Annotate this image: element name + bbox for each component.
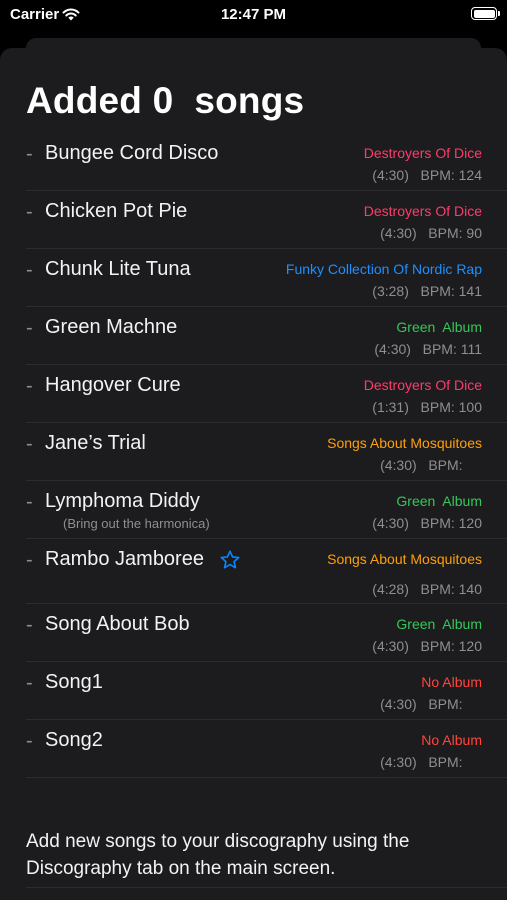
song-row[interactable]: - Hangover Cure Destroyers Of Dice (1:31) B… (26, 365, 507, 423)
song-title: Chunk Lite Tuna (45, 258, 191, 280)
song-row[interactable]: - Chicken Pot Pie Destroyers Of Dice (4:30)… (26, 191, 507, 249)
song-title: Song2 (45, 729, 103, 751)
song-row[interactable]: - Jane’s Trial Songs About Mosquitoes (4:30… (26, 423, 507, 481)
song-list[interactable]: - Bungee Cord Disco Destroyers Of Dice (4:3… (0, 133, 507, 778)
song-row[interactable]: - Lymphoma Diddy (Bring out the harmonica)… (26, 481, 507, 539)
song-title: Chicken Pot Pie (45, 200, 188, 222)
song-meta: (4:30) BPM: (380, 696, 482, 712)
song-title: Green Machne (45, 316, 178, 338)
song-meta: (3:28) BPM: 141 (372, 283, 482, 299)
row-dash: - (26, 433, 33, 455)
album-label: Green Album (396, 493, 482, 509)
song-row[interactable]: - Song1 No Album (4:30) BPM: (26, 662, 507, 720)
song-title: Song1 (45, 671, 103, 693)
album-label: Green Album (396, 319, 482, 335)
album-label: Funky Collection Of Nordic Rap (285, 261, 482, 277)
song-meta: (4:30) BPM: 111 (374, 341, 482, 357)
row-dash: - (26, 672, 33, 694)
row-dash: - (26, 317, 33, 339)
song-title: Song About Bob (45, 613, 190, 635)
status-time: 12:47 PM (220, 6, 287, 23)
song-row[interactable]: - Chunk Lite Tuna Funky Collection Of Nord… (26, 249, 507, 307)
row-dash: - (26, 143, 33, 165)
song-meta: (4:30) BPM: (380, 457, 482, 473)
footer-note: Add new songs to your discography using … (26, 831, 410, 879)
song-title: Rambo Jamboree (45, 548, 204, 570)
row-dash: - (26, 491, 33, 513)
song-subtitle: (Bring out the harmonica) (63, 516, 210, 531)
song-meta: (4:30) BPM: 124 (372, 167, 482, 183)
song-meta: (4:30) BPM: 120 (372, 638, 482, 654)
song-row[interactable]: - Song About Bob Green Album (4:30) BPM: 12… (26, 604, 507, 662)
song-title: Bungee Cord Disco (45, 142, 219, 164)
song-meta: (1:31) BPM: 100 (372, 399, 482, 415)
row-dash: - (26, 201, 33, 223)
album-label: Green Album (396, 616, 482, 632)
album-label: No Album (421, 674, 482, 690)
song-row[interactable]: - Rambo Jamboree Songs About Mosquitoes (4:… (26, 539, 507, 604)
album-label: Songs About Mosquitoes (327, 551, 482, 567)
song-row[interactable]: - Green Machne Green Album (4:30) BPM: 111 (26, 307, 507, 365)
album-label: Destroyers Of Dice (363, 377, 482, 393)
album-label: Destroyers Of Dice (363, 145, 482, 161)
page-title: Added 0 songs (26, 80, 305, 121)
row-dash: - (26, 730, 33, 752)
status-bar: Carrier 12:47 PM (0, 0, 507, 30)
song-meta: (4:30) BPM: 90 (380, 225, 482, 241)
row-dash: - (26, 375, 33, 397)
row-dash: - (26, 549, 33, 571)
song-title: Hangover Cure (45, 374, 181, 396)
album-label: No Album (421, 732, 482, 748)
song-title: Lymphoma Diddy (45, 490, 200, 512)
row-dash: - (26, 259, 33, 281)
song-meta: (4:30) BPM: 120 (372, 515, 482, 531)
album-label: Songs About Mosquitoes (327, 435, 482, 451)
song-row[interactable]: - Bungee Cord Disco Destroyers Of Dice (4:3… (26, 133, 507, 191)
row-dash: - (26, 614, 33, 636)
divider (26, 887, 507, 888)
album-label: Destroyers Of Dice (363, 203, 482, 219)
star-icon[interactable] (219, 549, 241, 571)
song-meta: (4:30) BPM: (380, 754, 482, 770)
song-row[interactable]: - Song2 No Album (4:30) BPM: (26, 720, 507, 778)
song-title: Jane’s Trial (45, 432, 146, 454)
song-meta: (4:28) BPM: 140 (372, 581, 482, 597)
battery-icon (471, 7, 500, 20)
